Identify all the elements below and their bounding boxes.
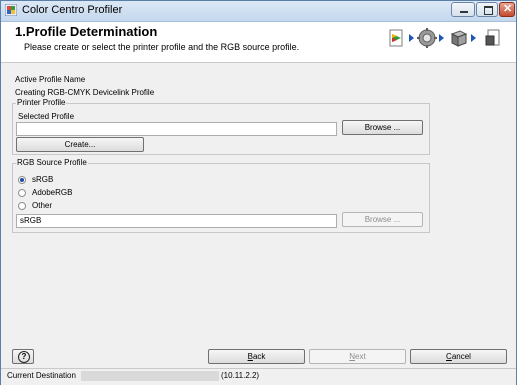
- create-profile-button[interactable]: Create...: [16, 137, 144, 152]
- printer-profile-group-title: Printer Profile: [16, 98, 67, 107]
- profile-start-icon: [389, 29, 403, 47]
- active-profile-label: Active Profile Name: [15, 75, 86, 84]
- maximize-button[interactable]: [476, 2, 498, 17]
- rgb-browse-button[interactable]: Browse ...: [342, 212, 423, 227]
- status-bar: Current Destination (10.11.2.2): [1, 368, 516, 385]
- close-icon: ✕: [503, 3, 513, 15]
- cancel-button[interactable]: Cancel: [410, 349, 507, 364]
- active-profile-value: Creating RGB-CMYK Devicelink Profile: [15, 88, 155, 97]
- next-button[interactable]: Next: [309, 349, 406, 364]
- close-button[interactable]: ✕: [499, 2, 515, 17]
- back-button[interactable]: Back: [208, 349, 305, 364]
- help-button[interactable]: ?: [12, 349, 34, 364]
- radio-srgb-label: sRGB: [32, 175, 54, 184]
- minimize-icon: [460, 11, 468, 13]
- step-indicator: [387, 26, 511, 52]
- next-label: ext: [355, 352, 366, 361]
- wizard-header: 1.Profile Determination Please create or…: [1, 22, 516, 63]
- current-destination-label: Current Destination: [7, 371, 76, 380]
- app-icon: [5, 4, 17, 16]
- radio-adobergb-label: AdobeRGB: [32, 188, 73, 197]
- radio-srgb-circle[interactable]: [18, 176, 26, 184]
- radio-adobergb-circle[interactable]: [18, 189, 26, 197]
- rgb-source-group-title: RGB Source Profile: [16, 158, 88, 167]
- printer-box-icon: [450, 30, 468, 47]
- window-title: Color Centro Profiler: [22, 4, 123, 16]
- back-label: ack: [252, 352, 266, 361]
- destination-name-redacted: [81, 371, 219, 381]
- cancel-label: ancel: [451, 352, 471, 361]
- step-arrow-icon: [409, 34, 414, 42]
- step-arrow-icon: [471, 34, 476, 42]
- rgb-source-field[interactable]: sRGB: [16, 214, 337, 228]
- radio-other-label: Other: [32, 201, 53, 210]
- help-icon: ?: [18, 351, 30, 363]
- selected-profile-label: Selected Profile: [18, 112, 75, 121]
- minimize-button[interactable]: [451, 2, 475, 17]
- settings-gear-icon: [417, 28, 437, 48]
- document-finish-icon: [485, 29, 500, 46]
- step-arrow-icon: [439, 34, 444, 42]
- radio-other-circle[interactable]: [18, 202, 26, 210]
- page-subtitle: Please create or select the printer prof…: [24, 42, 300, 52]
- printer-browse-button[interactable]: Browse ...: [342, 120, 423, 135]
- maximize-icon: [484, 6, 493, 15]
- app-window: Color Centro Profiler ✕ 1.Profile Determ…: [0, 0, 517, 385]
- page-title: 1.Profile Determination: [15, 24, 158, 39]
- current-destination-address: (10.11.2.2): [221, 371, 260, 380]
- title-bar: Color Centro Profiler ✕: [1, 1, 516, 22]
- selected-profile-field[interactable]: [16, 122, 337, 136]
